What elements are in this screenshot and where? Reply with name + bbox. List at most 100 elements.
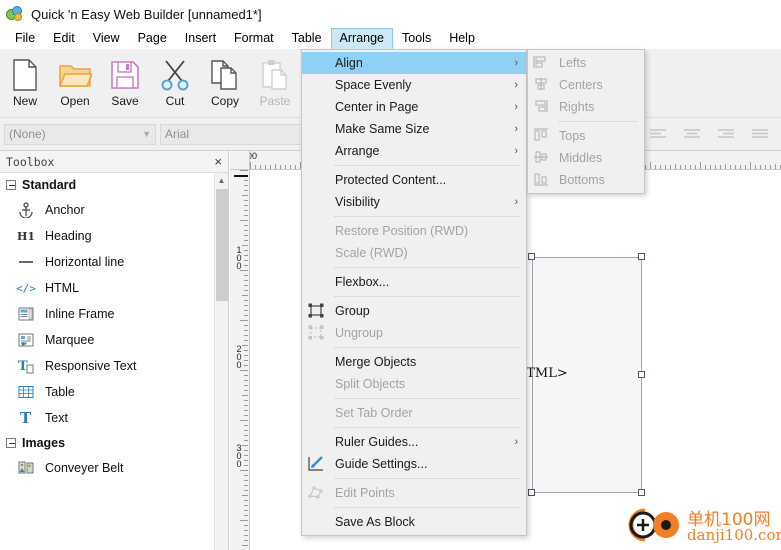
menu-edit[interactable]: Edit	[44, 28, 84, 49]
scroll-up-icon[interactable]: ▲	[215, 173, 228, 187]
ruler-tick	[244, 250, 248, 251]
arrange-menu-item-protected-content[interactable]: Protected Content...	[302, 169, 526, 191]
arrange-menu-item-center-in-page[interactable]: Center in Page ›	[302, 96, 526, 118]
toolbox-item-table[interactable]: Table	[0, 379, 228, 405]
new-button[interactable]: New	[0, 49, 50, 116]
collapse-icon[interactable]	[6, 180, 16, 190]
toolbox-panel: Toolbox × Standard Anchor H1 Heading Horizon…	[0, 151, 229, 550]
collapse-icon[interactable]	[6, 438, 16, 448]
align-center-icon[interactable]	[682, 126, 704, 142]
menu-view[interactable]: View	[84, 28, 129, 49]
ruler-tick	[244, 360, 248, 361]
ruler-tick	[240, 320, 248, 321]
arrange-menu-item-align[interactable]: Align ›	[302, 52, 526, 74]
toolbox-group-standard[interactable]: Standard	[0, 173, 228, 197]
toolbox-item-horizontal-line[interactable]: Horizontal line	[0, 249, 228, 275]
toolbox-item-conveyer-belt[interactable]: Conveyer Belt	[0, 455, 228, 481]
arrange-menu-item-merge-objects[interactable]: Merge Objects	[302, 351, 526, 373]
arrange-menu-item-scale-rwd: Scale (RWD)	[302, 242, 526, 264]
toolbox-scrollbar[interactable]: ▲	[214, 173, 228, 550]
menu-page[interactable]: Page	[129, 28, 176, 49]
close-icon[interactable]: ×	[214, 155, 222, 168]
resize-handle[interactable]	[528, 253, 535, 260]
vertical-ruler[interactable]: 100 200 300	[230, 170, 250, 550]
toolbox-group-images[interactable]: Images	[0, 431, 228, 455]
menu-item-label: Align	[335, 56, 363, 70]
menu-tools[interactable]: Tools	[393, 28, 440, 49]
toolbox-item-heading[interactable]: H1 Heading	[0, 223, 228, 249]
watermark: 单机100网 danji100.com	[625, 505, 781, 547]
arrange-menu-item-guide-settings[interactable]: Guide Settings...	[302, 453, 526, 475]
ruler-tick	[244, 485, 248, 486]
ruler-tick	[240, 170, 248, 171]
scrollbar-thumb[interactable]	[216, 189, 228, 301]
menu-insert[interactable]: Insert	[176, 28, 225, 49]
scissors-icon	[160, 55, 190, 95]
ruler-tick	[244, 375, 248, 376]
menu-file[interactable]: File	[6, 28, 44, 49]
arrange-menu-item-split-objects: Split Objects	[302, 373, 526, 395]
submenu-item-label: Lefts	[559, 56, 587, 70]
menu-format[interactable]: Format	[225, 28, 283, 49]
ruler-tick	[244, 180, 248, 181]
toolbox-item-marquee[interactable]: Marquee	[0, 327, 228, 353]
resize-handle[interactable]	[638, 253, 645, 260]
ruler-origin-marker	[234, 175, 248, 177]
conveyer-belt-icon	[16, 459, 36, 477]
ruler-tick	[735, 165, 736, 169]
arrange-menu-item-visibility[interactable]: Visibility ›	[302, 191, 526, 213]
menu-item-label: Arrange	[335, 144, 380, 158]
arrange-menu-item-space-evenly[interactable]: Space Evenly ›	[302, 74, 526, 96]
ruler-tick	[680, 165, 681, 169]
toolbox-group-label: Images	[22, 436, 66, 450]
ruler-tick	[244, 490, 248, 491]
ruler-tick	[244, 190, 248, 191]
chevron-right-icon: ›	[514, 79, 518, 91]
responsive-text-icon: T	[16, 357, 36, 375]
arrange-menu-item-make-same-size[interactable]: Make Same Size ›	[302, 118, 526, 140]
arrange-menu-item-group[interactable]: Group	[302, 300, 526, 322]
save-button[interactable]: Save	[100, 49, 150, 116]
ruler-tick	[765, 165, 766, 169]
open-button[interactable]: Open	[50, 49, 100, 116]
arrange-menu-item-flexbox[interactable]: Flexbox...	[302, 271, 526, 293]
submenu-item-label: Centers	[559, 78, 603, 92]
style-combo-value: (None)	[9, 127, 46, 141]
style-combo[interactable]: (None) ▼	[4, 123, 156, 145]
align-right-icon[interactable]	[716, 126, 738, 142]
align-submenu[interactable]: Lefts Centers Rights Tops Middles Bottoms	[527, 49, 645, 194]
ruler-tick	[690, 165, 691, 169]
toolbox-item-text[interactable]: T Text	[0, 405, 228, 431]
cut-button[interactable]: Cut	[150, 49, 200, 116]
arrange-menu-item-arrange[interactable]: Arrange ›	[302, 140, 526, 162]
resize-handle[interactable]	[638, 371, 645, 378]
align-justify-icon[interactable]	[750, 126, 772, 142]
copy-button[interactable]: Copy	[200, 49, 250, 116]
toolbox-item-responsive-text[interactable]: T Responsive Text	[0, 353, 228, 379]
toolbar-button-label: Open	[60, 94, 90, 108]
menu-table[interactable]: Table	[283, 28, 331, 49]
ruler-tick	[270, 165, 271, 169]
arrange-menu-item-ruler-guides[interactable]: Ruler Guides... ›	[302, 431, 526, 453]
ruler-tick	[244, 415, 248, 416]
ruler-tick	[244, 325, 248, 326]
menu-help[interactable]: Help	[440, 28, 484, 49]
menu-bar[interactable]: File Edit View Page Insert Format Table Arrange…	[0, 28, 781, 49]
resize-handle[interactable]	[528, 489, 535, 496]
toolbox-item-anchor[interactable]: Anchor	[0, 197, 228, 223]
ruler-tick	[244, 315, 248, 316]
align-left-icon[interactable]	[648, 126, 670, 142]
menu-item-label: Scale (RWD)	[335, 246, 408, 260]
menu-arrange[interactable]: Arrange	[330, 28, 394, 49]
toolbox-item-inline-frame[interactable]: Inline Frame	[0, 301, 228, 327]
arrange-dropdown-menu[interactable]: Align › Space Evenly › Center in Page › Make S…	[301, 49, 527, 536]
ruler-tick	[244, 210, 248, 211]
toolbox-item-html[interactable]: </> HTML	[0, 275, 228, 301]
watermark-logo-icon	[628, 508, 679, 542]
ruler-tick	[242, 545, 248, 546]
resize-handle[interactable]	[638, 489, 645, 496]
ruler-tick	[244, 215, 248, 216]
arrange-menu-item-save-as-block[interactable]: Save As Block	[302, 511, 526, 533]
text-t-icon: T	[16, 409, 36, 427]
ruler-tick	[240, 270, 248, 271]
